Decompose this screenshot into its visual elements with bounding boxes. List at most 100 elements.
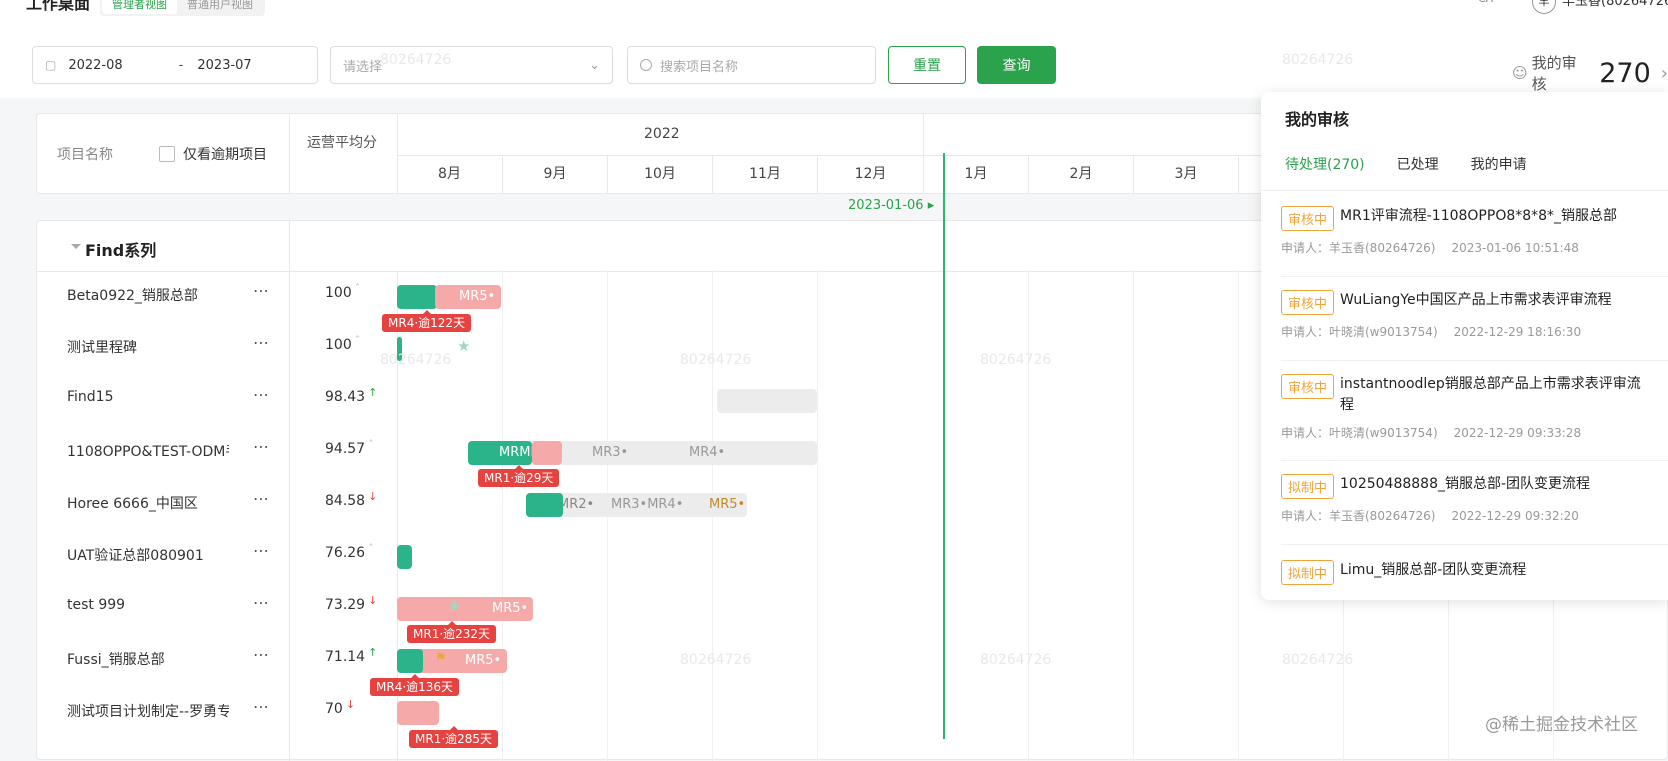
- tab-processed[interactable]: 已处理: [1397, 154, 1439, 174]
- more-icon[interactable]: ⋯: [253, 593, 270, 612]
- divider: [1261, 190, 1668, 191]
- my-audit-label: 我的审核: [1531, 54, 1577, 93]
- gantt-bar[interactable]: MR5•: [397, 597, 533, 621]
- avg-score: 94.57 ˆ: [325, 438, 374, 457]
- audit-item-title[interactable]: 10250488888_销服总部-团队变更流程: [1340, 474, 1650, 495]
- audit-item-meta: 申请人：叶晓清(w9013754) 2022-12-29 09:33:28: [1281, 426, 1582, 440]
- series-select[interactable]: 请选择 ⌄: [330, 46, 613, 84]
- gantt-bar[interactable]: MRMR2•: [468, 441, 532, 465]
- project-name[interactable]: Beta0922_销服总部: [67, 285, 229, 305]
- audit-item[interactable]: 审核中 MR1评审流程-1108OPPO8*8*8*_销服总部 申请人：羊玉香(8…: [1281, 206, 1668, 277]
- milestone-star-icon: ★: [457, 337, 471, 355]
- date-separator: -: [178, 57, 184, 73]
- table-row[interactable]: 测试项目计划制定--罗勇专 ⋯ 70 ↓ MR1·逾285天: [37, 687, 1668, 748]
- gantt-bar[interactable]: [397, 649, 423, 673]
- project-name[interactable]: Find15: [67, 389, 229, 405]
- status-badge: 拟制中: [1281, 560, 1335, 585]
- avg-score: 84.58 ↓: [325, 490, 378, 509]
- date-start[interactable]: 2022-08: [68, 58, 122, 73]
- more-icon[interactable]: ⋯: [253, 385, 270, 404]
- query-button[interactable]: 查询: [977, 46, 1056, 84]
- audit-item-title[interactable]: MR1评审流程-1108OPPO8*8*8*_销服总部: [1340, 206, 1650, 227]
- audit-item-title[interactable]: Limu_销服总部-团队变更流程: [1340, 560, 1650, 581]
- gantt-bar[interactable]: [397, 701, 439, 725]
- tab-my-requests[interactable]: 我的申请: [1471, 154, 1527, 174]
- select-placeholder: 请选择: [343, 59, 383, 75]
- panel-tabs: 待处理(270) 已处理 我的申请: [1285, 154, 1559, 174]
- month-label: 8月: [438, 166, 461, 182]
- gantt-bar[interactable]: [397, 285, 437, 309]
- app-title: 工作桌面: [26, 0, 91, 13]
- language-switch[interactable]: CA: [1478, 0, 1493, 5]
- reset-button[interactable]: 重置: [888, 46, 966, 84]
- flag-icon: ⚑: [435, 651, 447, 666]
- audit-item[interactable]: 审核中 WuLiangYe中国区产品上市需求表评审流程 申请人：叶晓清(w9013…: [1281, 290, 1668, 361]
- my-audit-panel: 我的审核 待处理(270) 已处理 我的申请 审核中 MR1评审流程-1108OP…: [1261, 92, 1668, 600]
- user-menu[interactable]: 羊羊玉香(80264726: [1532, 0, 1668, 14]
- table-row[interactable]: Fussi_销服总部 ⋯ 71.14 ↑ MR5• ⚑ MR4·逾136天: [37, 635, 1668, 696]
- more-icon[interactable]: ⋯: [253, 333, 270, 352]
- user-icon: ☺: [1512, 64, 1528, 82]
- milestone-star-icon: ★: [448, 597, 462, 615]
- project-name[interactable]: 测试项目计划制定--罗勇专: [67, 701, 229, 721]
- date-range-picker[interactable]: ▢ 2022-08 - 2023-07: [32, 46, 318, 84]
- more-icon[interactable]: ⋯: [253, 645, 270, 664]
- my-audit-summary[interactable]: ☺ 我的审核 270 ›: [1512, 52, 1668, 94]
- search-input[interactable]: 搜索项目名称: [627, 46, 876, 84]
- user-name: 羊玉香(80264726: [1562, 0, 1668, 9]
- project-name[interactable]: 1108OPPO&TEST-ODM手: [67, 441, 229, 461]
- audit-item-title[interactable]: WuLiangYe中国区产品上市需求表评审流程: [1340, 290, 1650, 311]
- more-icon[interactable]: ⋯: [253, 437, 270, 456]
- status-badge: 审核中: [1281, 206, 1335, 231]
- date-end[interactable]: 2023-07: [197, 58, 251, 73]
- overdue-tag: MR1·逾285天: [409, 726, 499, 748]
- month-label: 3月: [1133, 155, 1238, 194]
- audit-item[interactable]: 拟制中 Limu_销服总部-团队变更流程: [1281, 560, 1668, 594]
- gantt-bar[interactable]: [526, 493, 563, 517]
- chevron-down-icon: ⌄: [589, 57, 600, 73]
- search-placeholder: 搜索项目名称: [660, 59, 739, 75]
- trend-up-icon: ↑: [368, 646, 378, 659]
- audit-item-meta: 申请人：羊玉香(80264726) 2023-01-06 10:51:48: [1281, 241, 1579, 255]
- project-name[interactable]: Horee 6666_中国区: [67, 493, 229, 513]
- avg-score: 70 ↓: [325, 698, 356, 717]
- month-label: 1月: [923, 155, 1028, 194]
- month-label: 12月: [817, 155, 923, 194]
- trend-down-icon: ↓: [345, 698, 356, 711]
- project-name[interactable]: UAT验证总部080901: [67, 545, 229, 565]
- search-icon: [640, 59, 652, 71]
- more-icon[interactable]: ⋯: [253, 489, 270, 508]
- gantt-bar[interactable]: [532, 441, 562, 465]
- avg-score: 98.43 ↑: [325, 386, 378, 405]
- overdue-only-checkbox[interactable]: 仅看逾期项目: [159, 144, 267, 164]
- more-icon[interactable]: ⋯: [253, 281, 270, 300]
- top-bar: 工作桌面 管理者视图 普通用户视图 CA 羊羊玉香(80264726: [0, 0, 1668, 31]
- audit-item-title[interactable]: instantnoodlep销服总部产品上市需求表评审流程: [1340, 374, 1650, 416]
- gantt-bar[interactable]: [397, 545, 412, 569]
- calendar-icon: ▢: [45, 58, 57, 72]
- month-label: 10月: [607, 155, 712, 194]
- more-icon[interactable]: ⋯: [253, 697, 270, 716]
- gantt-bar[interactable]: [397, 337, 402, 361]
- avatar: 羊: [1532, 0, 1556, 14]
- tab-user-view[interactable]: 普通用户视图: [177, 0, 263, 14]
- trend-flat-icon: ˆ: [354, 282, 361, 295]
- project-name[interactable]: test 999: [67, 597, 229, 613]
- project-name[interactable]: Fussi_销服总部: [67, 649, 229, 669]
- avg-score: 71.14 ↑: [325, 646, 378, 665]
- more-icon[interactable]: ⋯: [253, 541, 270, 560]
- gantt-bar[interactable]: MR5•: [435, 285, 501, 309]
- project-name[interactable]: 测试里程碑: [67, 337, 229, 357]
- divider: [289, 114, 290, 194]
- audit-item[interactable]: 审核中 instantnoodlep销服总部产品上市需求表评审流程 申请人：叶晓清…: [1281, 374, 1668, 461]
- audit-item-meta: 申请人：叶晓清(w9013754) 2022-12-29 18:16:30: [1281, 325, 1582, 339]
- tab-manager-view[interactable]: 管理者视图: [102, 0, 177, 14]
- trend-flat-icon: ˆ: [368, 542, 374, 555]
- audit-item[interactable]: 拟制中 10250488888_销服总部-团队变更流程 申请人：羊玉香(80264…: [1281, 474, 1668, 545]
- month-label: 2月: [1028, 155, 1133, 194]
- col-avg-score: 运营平均分: [307, 135, 377, 151]
- today-marker-label: 2023-01-06 ▸: [848, 198, 935, 213]
- tab-pending[interactable]: 待处理(270): [1285, 154, 1365, 174]
- status-badge: 审核中: [1281, 374, 1335, 399]
- gantt-bar[interactable]: [717, 389, 817, 413]
